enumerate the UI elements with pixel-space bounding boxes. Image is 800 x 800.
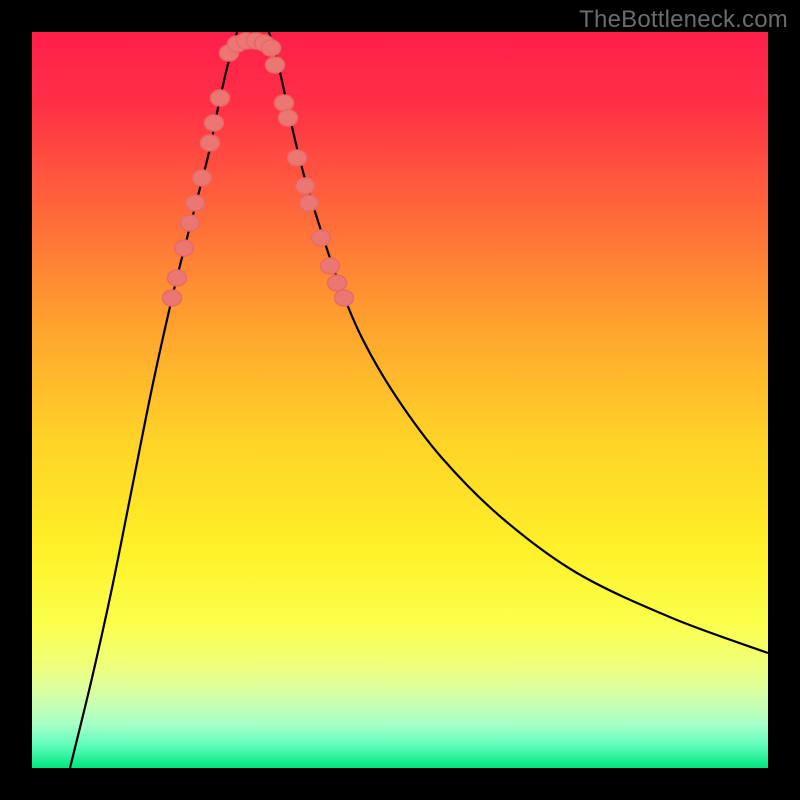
data-point [321, 258, 340, 274]
plot-area [32, 32, 768, 768]
right-curve [269, 32, 768, 653]
data-point [168, 270, 187, 286]
data-point [181, 215, 200, 231]
data-point [211, 90, 230, 106]
data-point [266, 57, 285, 73]
data-point [335, 290, 354, 306]
data-point [193, 170, 212, 186]
data-point [288, 150, 307, 166]
data-point [186, 195, 205, 211]
data-point [175, 240, 194, 256]
curves-layer [32, 32, 768, 768]
data-point [163, 290, 182, 306]
data-point [296, 178, 315, 194]
data-point [279, 110, 298, 126]
data-point [201, 135, 220, 151]
chart-frame: TheBottleneck.com [0, 0, 800, 800]
data-point [328, 275, 347, 291]
data-point [275, 95, 294, 111]
data-point [300, 195, 319, 211]
data-points [163, 33, 354, 306]
data-point [312, 230, 331, 246]
data-point [262, 40, 281, 56]
data-point [205, 115, 224, 131]
watermark-text: TheBottleneck.com [579, 6, 788, 34]
